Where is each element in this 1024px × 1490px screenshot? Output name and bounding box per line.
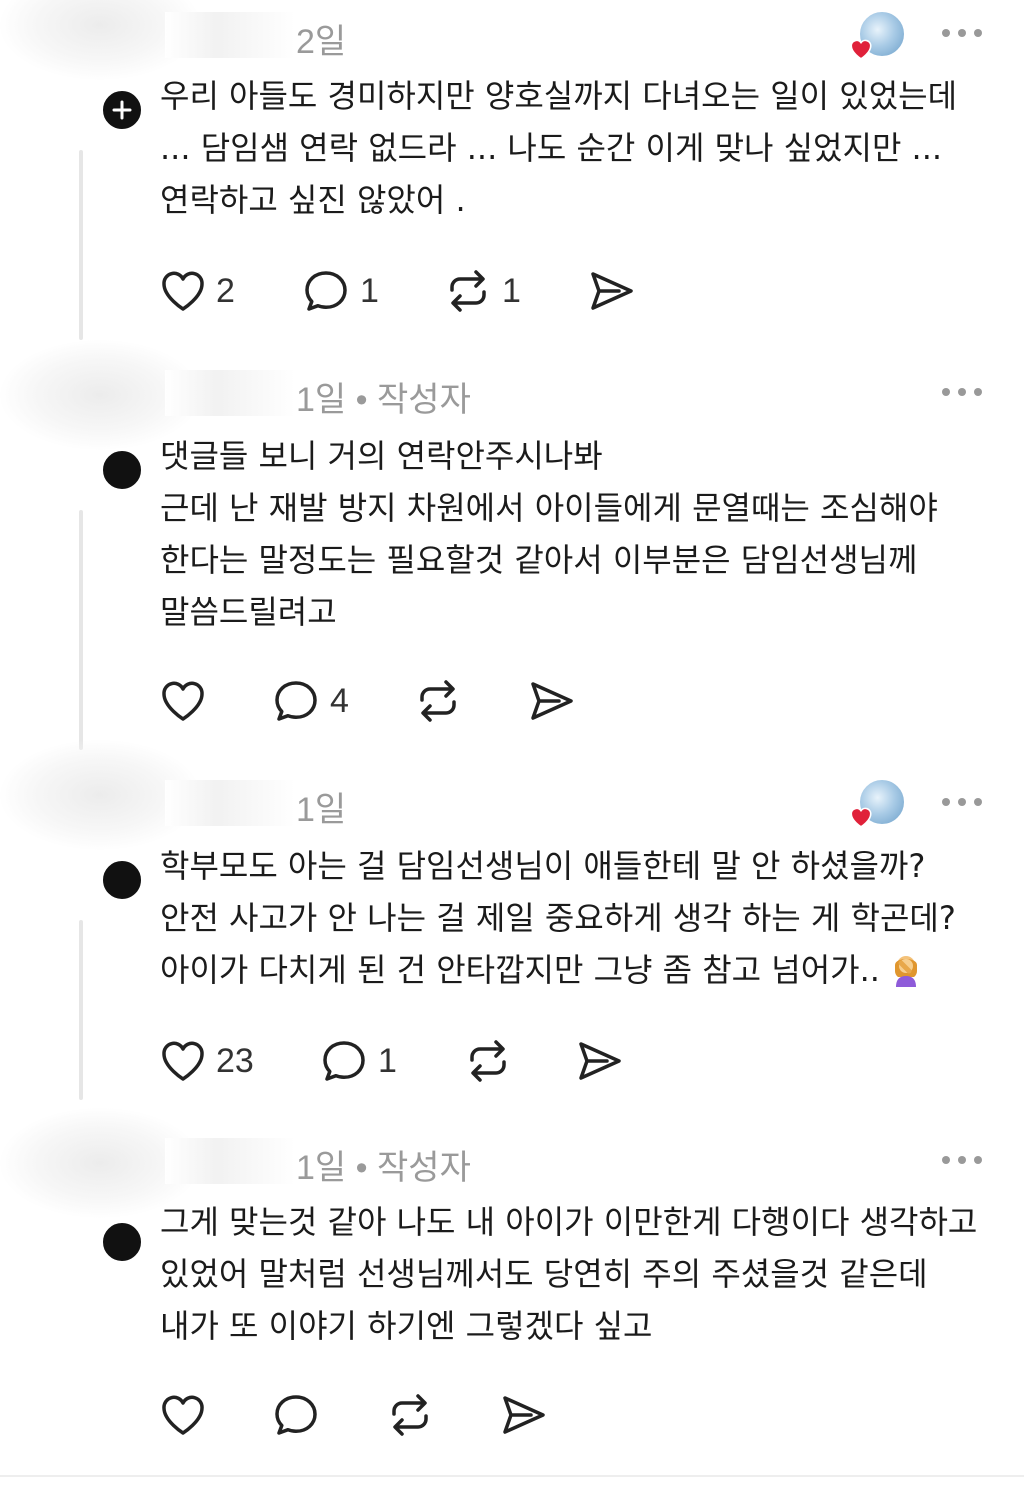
comment-line: 아이가 다치게 된 건 안타깝지만 그냥 좀 참고 넘어가.. [160, 951, 880, 989]
avatar[interactable] [0, 0, 200, 100]
reply-button[interactable]: 1 [302, 266, 379, 316]
author-avatar-badge [100, 858, 144, 902]
share-button[interactable] [528, 676, 576, 726]
comment-line: 한다는 말정도는 필요할것 같아서 이부분은 담임선생님께 [160, 541, 918, 579]
comment-line: 말씀드릴려고 [160, 593, 337, 631]
like-button[interactable]: 2 [160, 266, 235, 316]
comment-line: 안전 사고가 안 나는 걸 제일 중요하게 생각 하는 게 학곤데? [160, 899, 956, 937]
comment-body: 학부모도 아는 걸 담임선생님이 애들한테 말 안 하셨을까? 안전 사고가 안… [160, 840, 1000, 996]
comment-line: 내가 또 이야기 하기엔 그렇겠다 싶고 [160, 1307, 653, 1345]
comment-line: 그게 맞는것 같아 나도 내 아이가 이만한게 다행이다 생각하고 [160, 1203, 978, 1241]
like-button[interactable] [160, 676, 216, 726]
reply-count: 1 [360, 271, 379, 310]
avatar[interactable] [0, 740, 200, 860]
repost-button[interactable] [414, 676, 472, 726]
repost-count: 1 [502, 271, 521, 310]
repost-icon [470, 1040, 506, 1082]
comment-time: 2일 [296, 23, 347, 61]
like-count: 2 [216, 271, 235, 310]
comment-time: 1일 [296, 791, 347, 829]
comment-line: 학부모도 아는 걸 담임선생님이 애들한테 말 안 하셨을까? [160, 847, 926, 885]
comment-line: ... 담임샘 연락 없드라 ... 나도 순간 이게 맞나 싶었지만 ... [160, 129, 943, 167]
heart-icon [162, 271, 204, 311]
comment-line-with-emoji: 아이가 다치게 된 건 안타깝지만 그냥 좀 참고 넘어가.. [160, 944, 1000, 996]
liked-by-author-badge [848, 778, 906, 832]
comment-line: 근데 난 재발 방지 차원에서 아이들에게 문열때는 조심해야 [160, 489, 938, 527]
comment-icon [305, 271, 347, 311]
comment-time: 1일 [296, 1149, 347, 1187]
like-button[interactable]: 23 [160, 1036, 254, 1086]
follow-button[interactable] [100, 88, 144, 132]
avatar[interactable] [0, 340, 200, 450]
comment-1: 2일 우리 아들도 경미하지만 양호실까지 다녀오는 일이 있었는데 ... 담… [0, 0, 1024, 340]
reply-button[interactable]: 4 [272, 676, 349, 726]
repost-button[interactable] [386, 1390, 444, 1440]
author-tag: • 작성자 [355, 381, 471, 419]
repost-icon [450, 270, 486, 312]
author-avatar-badge [100, 1220, 144, 1264]
more-options-button[interactable] [942, 794, 982, 810]
comment-line: 우리 아들도 경미하지만 양호실까지 다녀오는 일이 있었는데 [160, 77, 958, 115]
share-icon [531, 682, 573, 720]
comment-4: 1일 • 작성자 그게 맞는것 같아 나도 내 아이가 이만한게 다행이다 생각… [0, 1108, 1024, 1473]
comment-line: 댓글들 보니 거의 연락안주시나봐 [160, 437, 603, 475]
comment-line: 연락하고 싶진 않았어 . [160, 181, 466, 219]
comment-2: 1일 • 작성자 댓글들 보니 거의 연락안주시나봐 근데 난 재발 방지 차원… [0, 340, 1024, 750]
heart-icon [162, 681, 204, 721]
share-button[interactable] [500, 1390, 548, 1440]
thread-line [79, 510, 83, 750]
liked-by-author-badge [848, 10, 906, 64]
thread-line [79, 920, 83, 1100]
share-icon [591, 272, 633, 310]
heart-icon [162, 1395, 204, 1435]
author-tag: • 작성자 [355, 1149, 471, 1187]
like-count: 23 [216, 1041, 254, 1080]
repost-icon [392, 1394, 428, 1436]
comment-time: 1일 [296, 381, 347, 419]
share-icon [503, 1396, 545, 1434]
repost-button[interactable] [464, 1036, 522, 1086]
share-button[interactable] [588, 266, 636, 316]
comment-line: 있었어 말처럼 선생님께서도 당연히 주의 주셨을것 같은데 [160, 1255, 928, 1293]
plus-icon [112, 100, 132, 120]
comment-body: 댓글들 보니 거의 연락안주시나봐 근데 난 재발 방지 차원에서 아이들에게 … [160, 430, 1000, 638]
reply-count: 4 [330, 681, 349, 720]
comment-icon [275, 681, 317, 721]
more-options-button[interactable] [942, 1152, 982, 1168]
comment-meta: 1일 • 작성자 [296, 1140, 471, 1189]
comment-body: 그게 맞는것 같아 나도 내 아이가 이만한게 다행이다 생각하고 있었어 말처… [160, 1196, 1000, 1352]
share-button[interactable] [576, 1036, 624, 1086]
face-palm-emoji-icon [895, 956, 918, 987]
more-options-button[interactable] [942, 25, 982, 41]
comment-icon [323, 1041, 365, 1081]
reply-button[interactable]: 1 [320, 1036, 397, 1086]
avatar[interactable] [0, 1108, 200, 1218]
reply-count: 1 [378, 1041, 397, 1080]
heart-icon [162, 1041, 204, 1081]
comment-body: 우리 아들도 경미하지만 양호실까지 다녀오는 일이 있었는데 ... 담임샘 … [160, 70, 1000, 226]
comment-icon [275, 1395, 317, 1435]
comment-meta: 1일 • 작성자 [296, 372, 471, 421]
heart-icon [850, 39, 872, 60]
more-options-button[interactable] [942, 384, 982, 400]
reply-button[interactable] [272, 1390, 330, 1440]
heart-icon [850, 807, 872, 828]
comment-3: 1일 학부모도 아는 걸 담임선생님이 애들한테 말 안 하셨을까? 안전 사고… [0, 740, 1024, 1110]
author-avatar-badge [100, 448, 144, 492]
divider [0, 1475, 1024, 1477]
like-button[interactable] [160, 1390, 216, 1440]
repost-icon [420, 680, 456, 722]
repost-button[interactable]: 1 [444, 266, 521, 316]
thread-line [79, 150, 83, 340]
share-icon [579, 1042, 621, 1080]
